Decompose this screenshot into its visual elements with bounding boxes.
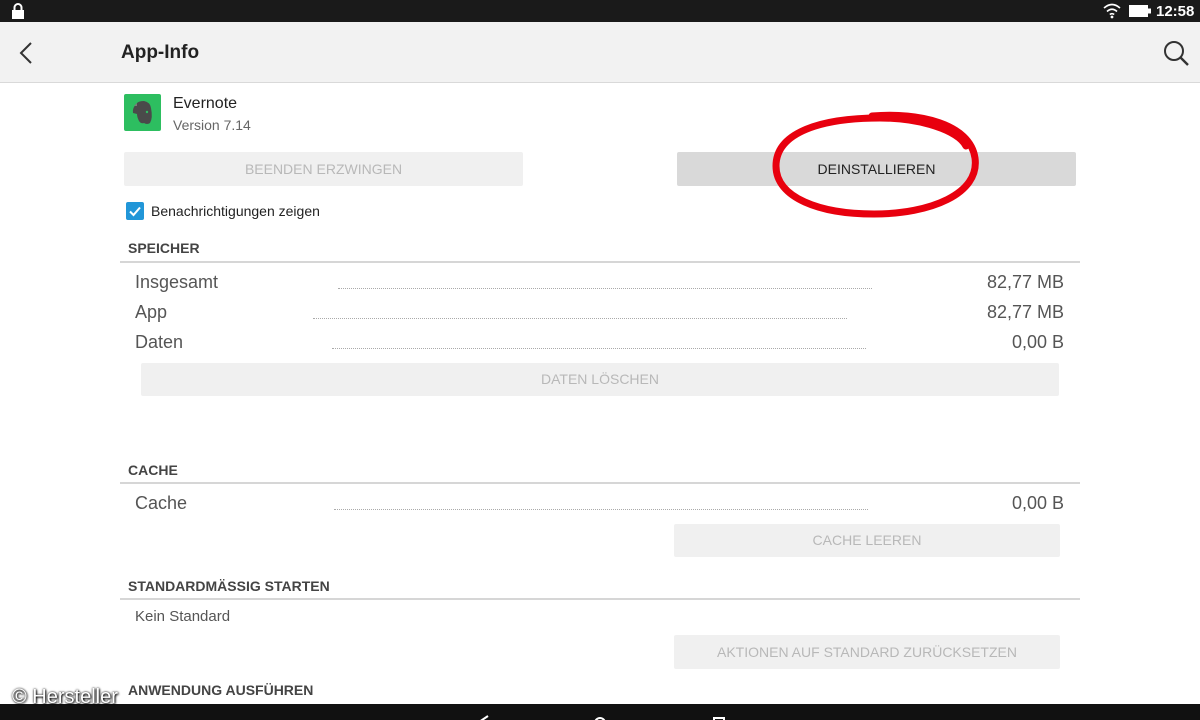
run-app-header: ANWENDUNG AUSFÜHREN <box>128 682 314 698</box>
notifications-checkbox[interactable] <box>126 202 144 220</box>
default-launch-divider <box>120 598 1080 600</box>
status-bar: 12:58 <box>0 0 1200 22</box>
storage-data-label: Daten <box>135 332 184 352</box>
dotted-leader <box>332 348 866 349</box>
clear-data-button[interactable]: DATEN LÖSCHEN <box>141 363 1059 396</box>
cache-value: 0,00 B <box>1011 493 1064 513</box>
cache-header: CACHE <box>128 462 178 478</box>
nav-recents-icon[interactable] <box>712 716 726 720</box>
storage-total-label: Insgesamt <box>135 272 219 292</box>
storage-total-value: 82,77 MB <box>986 272 1064 292</box>
force-stop-button[interactable]: BEENDEN ERZWINGEN <box>124 152 523 186</box>
lock-icon <box>12 3 24 19</box>
nav-home-icon[interactable] <box>593 716 607 720</box>
dotted-leader <box>338 288 872 289</box>
check-icon <box>129 206 141 217</box>
app-bar: App-Info <box>0 22 1200 83</box>
storage-divider <box>120 261 1080 263</box>
uninstall-button[interactable]: DEINSTALLIEREN <box>677 152 1076 186</box>
cache-divider <box>120 482 1080 484</box>
page-title: App-Info <box>121 42 200 63</box>
clear-cache-button[interactable]: CACHE LEEREN <box>674 524 1060 557</box>
default-launch-header: STANDARDMÄSSIG STARTEN <box>128 578 330 594</box>
search-icon[interactable] <box>1162 39 1190 67</box>
evernote-app-icon <box>124 94 161 131</box>
status-time: 12:58 <box>1156 3 1195 20</box>
navigation-bar <box>0 704 1200 720</box>
storage-data-value: 0,00 B <box>1011 332 1064 352</box>
app-name: Evernote <box>173 95 238 112</box>
app-version: Version 7.14 <box>173 117 251 133</box>
reset-defaults-button[interactable]: AKTIONEN AUF STANDARD ZURÜCKSETZEN <box>674 635 1060 669</box>
dotted-leader <box>313 318 847 319</box>
notifications-label: Benachrichtigungen zeigen <box>151 203 320 219</box>
copyright-watermark: © Hersteller <box>12 686 118 708</box>
battery-icon <box>1129 5 1151 17</box>
wifi-icon <box>1103 3 1121 19</box>
nav-back-icon[interactable] <box>476 714 490 720</box>
back-arrow-icon[interactable] <box>14 40 40 66</box>
default-launch-text: Kein Standard <box>135 608 231 625</box>
storage-app-value: 82,77 MB <box>986 302 1064 322</box>
cache-label: Cache <box>135 493 188 513</box>
storage-app-label: App <box>135 302 168 322</box>
storage-header: SPEICHER <box>128 240 200 256</box>
dotted-leader <box>334 509 868 510</box>
